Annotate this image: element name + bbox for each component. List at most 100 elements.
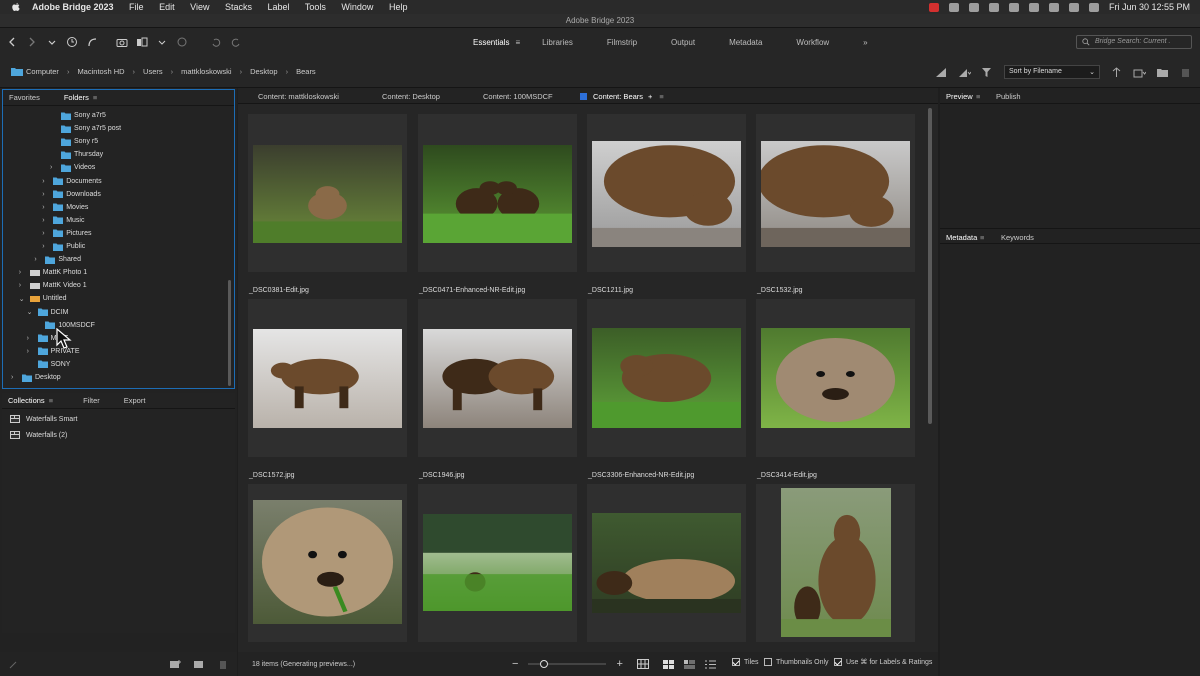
open-recent-folder-icon[interactable] [1133, 67, 1146, 78]
rating-filter-icon[interactable] [958, 67, 971, 78]
record-icon[interactable] [928, 2, 939, 12]
workspace-output[interactable]: Output [671, 38, 695, 47]
zoom-slider[interactable] [528, 659, 607, 669]
workspace-libraries[interactable]: Libraries [542, 38, 573, 47]
creative-cloud-icon[interactable] [948, 2, 959, 12]
workspace-filmstrip[interactable]: Filmstrip [607, 38, 637, 47]
breadcrumb-user[interactable]: mattkloskowski [181, 67, 231, 76]
thumbnail-tile[interactable] [756, 484, 915, 642]
tab-publish[interactable]: Publish [996, 92, 1021, 101]
folder-tree-item[interactable]: › MattK Photo 1 [19, 266, 87, 279]
thumbnail-tile[interactable] [587, 299, 746, 457]
folder-tree-item[interactable]: › Downloads [42, 188, 101, 201]
thumbnail-view-icon[interactable] [662, 659, 674, 669]
tab-export[interactable]: Export [124, 396, 146, 405]
clock[interactable]: Fri Jun 30 12:55 PM [1109, 2, 1190, 12]
collection-item[interactable]: Waterfalls Smart [10, 415, 77, 423]
tab-content-bears[interactable]: Content: Bears + ≡ [580, 92, 664, 101]
refine-icon[interactable] [136, 36, 148, 48]
chevron-right-icon[interactable]: › [50, 164, 57, 171]
display-icon[interactable] [968, 2, 979, 12]
breadcrumb-computer[interactable]: Computer [26, 67, 59, 76]
breadcrumb-macintosh-hd[interactable]: Macintosh HD [77, 67, 124, 76]
rotate-left-icon[interactable] [210, 36, 222, 48]
new-collection-icon[interactable] [194, 660, 205, 669]
chevron-right-icon[interactable]: › [42, 204, 49, 211]
panel-menu-icon[interactable]: ≡ [976, 92, 980, 101]
tab-content-mattkloskowski[interactable]: Content: mattkloskowski [258, 92, 339, 101]
folder-tree-item[interactable]: › Shared [34, 253, 81, 266]
thumbnail-image[interactable] [423, 514, 572, 611]
menu-app-name[interactable]: Adobe Bridge 2023 [32, 2, 114, 12]
recent-icon[interactable] [66, 36, 78, 48]
play-icon[interactable] [988, 2, 999, 12]
folder-tree-item[interactable]: Thursday [50, 148, 103, 161]
thumbnail-tile[interactable] [248, 299, 407, 457]
delete-collection-icon[interactable] [218, 660, 229, 669]
thumbnail-tile[interactable] [248, 114, 407, 272]
thumbnail-image[interactable] [253, 145, 402, 243]
wifi-icon[interactable] [1028, 2, 1039, 12]
panel-menu-icon[interactable]: ≡ [49, 396, 53, 405]
forward-icon[interactable] [26, 36, 38, 48]
thumbnail-image[interactable] [423, 329, 572, 428]
zoom-in-icon[interactable]: + [616, 658, 622, 670]
folders-scrollbar[interactable] [228, 280, 231, 386]
details-view-icon[interactable] [683, 659, 695, 669]
menu-window[interactable]: Window [341, 2, 373, 12]
collection-item[interactable]: Waterfalls (2) [10, 431, 67, 439]
chevron-down-icon[interactable]: ⌄ [19, 295, 26, 303]
menu-file[interactable]: File [129, 2, 144, 12]
menu-label[interactable]: Label [268, 2, 290, 12]
menu-edit[interactable]: Edit [159, 2, 175, 12]
thumbnail-image[interactable] [761, 328, 910, 428]
thumbnail-image[interactable] [592, 328, 741, 428]
tiles-checkbox[interactable] [732, 658, 740, 666]
menu-help[interactable]: Help [389, 2, 408, 12]
apple-icon[interactable] [10, 2, 22, 12]
labels-checkbox[interactable] [834, 658, 842, 666]
chevron-right-icon[interactable]: › [19, 282, 26, 289]
chevron-right-icon[interactable]: › [42, 217, 49, 224]
folder-tree-item[interactable]: SONY [27, 358, 70, 371]
chevron-right-icon[interactable]: › [34, 256, 41, 263]
thumbnail-tile[interactable] [587, 484, 746, 642]
panel-menu-icon[interactable]: ≡ [659, 92, 663, 101]
open-recent-icon[interactable] [156, 36, 168, 48]
chevron-right-icon[interactable]: › [27, 335, 34, 342]
thumbnail-image[interactable] [253, 500, 402, 624]
breadcrumb-desktop[interactable]: Desktop [250, 67, 278, 76]
thumbnail-tile[interactable] [248, 484, 407, 642]
chevron-right-icon[interactable]: › [19, 269, 26, 276]
breadcrumb-users[interactable]: Users [143, 67, 163, 76]
sort-dropdown[interactable]: Sort by Filename ⌄ [1004, 65, 1100, 79]
thumbnail-tile[interactable] [587, 114, 746, 272]
list-view-icon[interactable] [704, 660, 716, 669]
chevron-right-icon[interactable]: › [42, 178, 49, 185]
camera-icon[interactable] [116, 36, 128, 48]
new-folder-icon[interactable] [1156, 67, 1169, 78]
sort-ascending-icon[interactable] [1110, 66, 1123, 78]
workspace-essentials[interactable]: Essentials [473, 38, 509, 47]
folder-tree-item[interactable]: Sony r5 [50, 135, 98, 148]
workspace-more-icon[interactable]: » [863, 38, 867, 47]
chevron-right-icon[interactable]: › [42, 230, 49, 237]
grid-lock-icon[interactable] [636, 659, 649, 669]
folder-tree-item[interactable]: ⌄ Untitled [19, 292, 67, 305]
thumbnail-image[interactable] [592, 513, 741, 613]
folder-tree-item[interactable]: › Movies [42, 201, 88, 214]
thumbnails-only-option[interactable]: Thumbnails Only [764, 658, 829, 666]
tab-favorites[interactable]: Favorites [9, 93, 40, 102]
folder-tree-item[interactable]: ⌄ DCIM [27, 306, 68, 319]
thumbnail-tile[interactable] [418, 484, 577, 642]
thumbnail-tile[interactable] [418, 299, 577, 457]
panel-menu-icon[interactable]: ≡ [980, 233, 984, 242]
battery-icon[interactable] [1008, 2, 1019, 12]
folder-tree-item[interactable]: › Documents [42, 175, 102, 188]
chevron-down-icon[interactable]: ⌄ [27, 308, 34, 316]
breadcrumb-bears[interactable]: Bears [296, 67, 316, 76]
boomerang-icon[interactable] [86, 36, 98, 48]
spotlight-icon[interactable] [1048, 2, 1059, 12]
control-center-icon[interactable] [1068, 2, 1079, 12]
siri-icon[interactable] [1088, 2, 1099, 12]
